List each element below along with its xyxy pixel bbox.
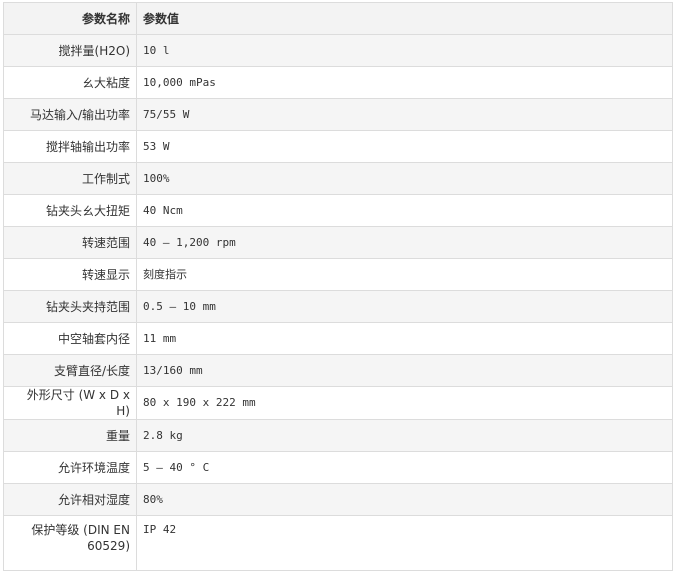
- header-param-name: 参数名称: [3, 2, 137, 35]
- table-row: 重量 2.8 kg: [3, 419, 673, 452]
- param-value: IP 42: [136, 515, 673, 571]
- param-value: 5 – 40 ° C: [136, 451, 673, 484]
- table-row: 支臂直径/长度 13/160 mm: [3, 354, 673, 387]
- param-value: 2.8 kg: [136, 419, 673, 452]
- table-row: 允许相对湿度 80%: [3, 483, 673, 516]
- param-value: 10,000 mPas: [136, 66, 673, 99]
- param-name: 支臂直径/长度: [3, 354, 137, 387]
- spec-table: 参数名称 参数值 搅拌量(H2O) 10 l ㄠ大粘度 10,000 mPas …: [3, 2, 673, 571]
- param-name: 转速范围: [3, 226, 137, 259]
- param-name: 允许相对湿度: [3, 483, 137, 516]
- param-name: 工作制式: [3, 162, 137, 195]
- table-row: 中空轴套内径 11 mm: [3, 322, 673, 355]
- table-row: 外形尺寸 (W x D x H) 80 x 190 x 222 mm: [3, 386, 673, 420]
- param-name: 允许环境温度: [3, 451, 137, 484]
- spec-table-body: 搅拌量(H2O) 10 l ㄠ大粘度 10,000 mPas 马达输入/输出功率…: [3, 34, 673, 571]
- param-value: 40 Ncm: [136, 194, 673, 227]
- table-row: 搅拌轴输出功率 53 W: [3, 130, 673, 163]
- param-value: 80 x 190 x 222 mm: [136, 386, 673, 420]
- param-name: 外形尺寸 (W x D x H): [3, 386, 137, 420]
- param-name: 保护等级 (DIN EN 60529): [3, 515, 137, 571]
- param-name: 搅拌轴输出功率: [3, 130, 137, 163]
- param-name: 钻夹头ㄠ大扭矩: [3, 194, 137, 227]
- param-value: 75/55 W: [136, 98, 673, 131]
- param-value: 11 mm: [136, 322, 673, 355]
- param-name: ㄠ大粘度: [3, 66, 137, 99]
- param-name: 中空轴套内径: [3, 322, 137, 355]
- param-name: 重量: [3, 419, 137, 452]
- param-name: 搅拌量(H2O): [3, 34, 137, 67]
- table-row: 工作制式 100%: [3, 162, 673, 195]
- table-row: 保护等级 (DIN EN 60529) IP 42: [3, 515, 673, 571]
- param-value: 53 W: [136, 130, 673, 163]
- param-value: 100%: [136, 162, 673, 195]
- param-value: 40 – 1,200 rpm: [136, 226, 673, 259]
- table-header-row: 参数名称 参数值: [3, 2, 673, 35]
- param-value: 80%: [136, 483, 673, 516]
- param-value: 0.5 – 10 mm: [136, 290, 673, 323]
- param-name: 转速显示: [3, 258, 137, 291]
- table-row: 钻夹头ㄠ大扭矩 40 Ncm: [3, 194, 673, 227]
- param-value: 刻度指示: [136, 258, 673, 291]
- table-row: 允许环境温度 5 – 40 ° C: [3, 451, 673, 484]
- param-name: 马达输入/输出功率: [3, 98, 137, 131]
- param-name: 钻夹头夹持范围: [3, 290, 137, 323]
- table-row: 马达输入/输出功率 75/55 W: [3, 98, 673, 131]
- param-value: 13/160 mm: [136, 354, 673, 387]
- table-row: ㄠ大粘度 10,000 mPas: [3, 66, 673, 99]
- header-param-value: 参数值: [136, 2, 673, 35]
- table-row: 钻夹头夹持范围 0.5 – 10 mm: [3, 290, 673, 323]
- table-row: 搅拌量(H2O) 10 l: [3, 34, 673, 67]
- table-row: 转速范围 40 – 1,200 rpm: [3, 226, 673, 259]
- table-row: 转速显示 刻度指示: [3, 258, 673, 291]
- param-value: 10 l: [136, 34, 673, 67]
